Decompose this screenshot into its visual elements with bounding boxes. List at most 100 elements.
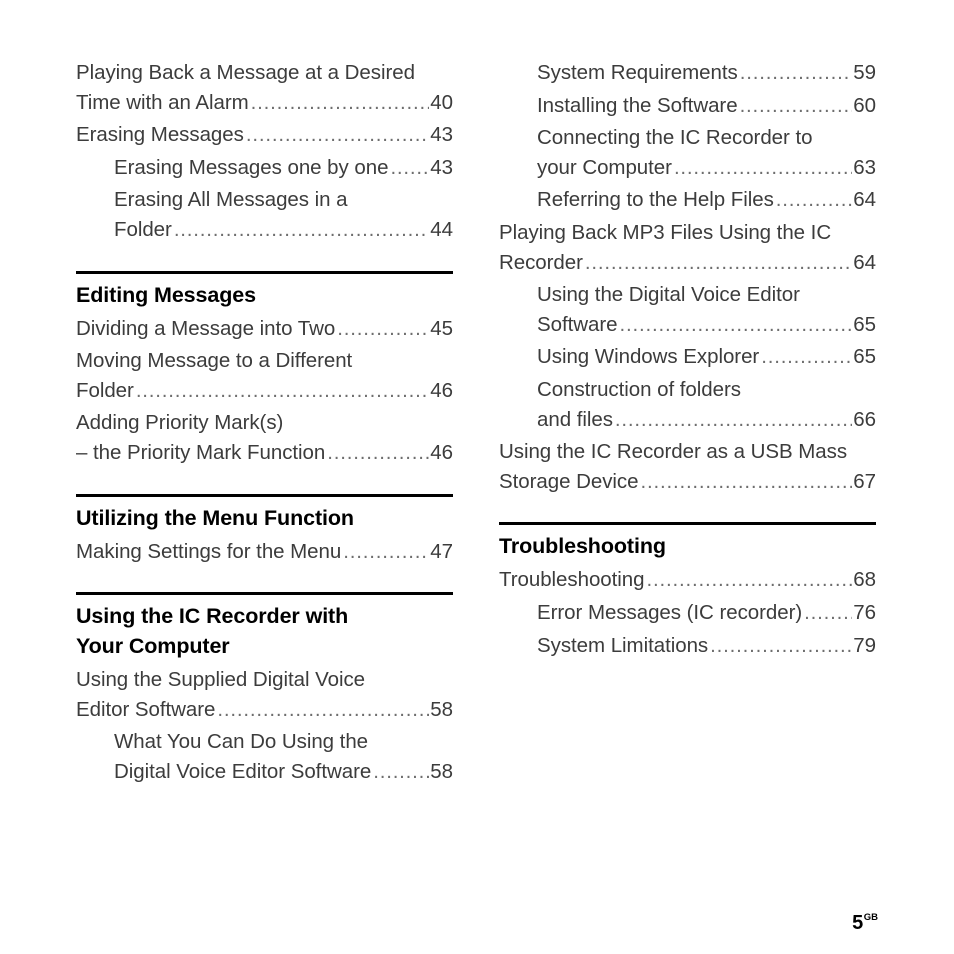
toc-entry[interactable]: Using the IC Recorder as a USB Mass Stora…: [499, 437, 876, 496]
toc-entry[interactable]: Using the Digital Voice Editor Software..…: [499, 280, 876, 339]
toc-entry-title: System Requirements: [537, 61, 738, 84]
toc-entry[interactable]: Error Messages (IC recorder)............…: [499, 598, 876, 628]
toc-entry-page-number: 46: [430, 378, 453, 402]
toc-entry[interactable]: Erasing Messages one by one.............…: [76, 153, 453, 183]
toc-entry-leader-line: Digital Voice Editor Software...........…: [114, 757, 453, 787]
toc-entry-line: Erasing All Messages in a: [114, 188, 348, 212]
toc-entry-page-number: 40: [430, 90, 453, 114]
toc-entry-leader-line: Dividing a Message into Two.............…: [76, 314, 453, 344]
toc-entry-title: Folder: [114, 217, 172, 241]
toc-entry-page-number: 58: [430, 697, 453, 721]
toc-entry-page-number: 67: [853, 469, 876, 493]
toc-entry-line: Using the Supplied Digital Voice: [76, 668, 365, 692]
toc-entry-page-number: 44: [430, 217, 453, 241]
section-heading: Editing Messages: [76, 282, 257, 307]
toc-section: Troubleshooting Troubleshooting..........…: [499, 496, 876, 660]
toc-entry-line: Playing Back MP3 Files Using the IC: [499, 220, 832, 244]
toc-entry-page-number: 58: [430, 759, 453, 783]
toc-entry[interactable]: Playing Back a Message at a Desired Time …: [76, 58, 453, 117]
toc-entry-page-number: 64: [853, 250, 876, 274]
section-heading: Using the IC Recorder with Your Computer: [76, 604, 349, 659]
toc-entry-title: Erasing Messages: [76, 123, 244, 147]
toc-entry-leader-line: your Computer...........................…: [537, 153, 876, 183]
toc-entry[interactable]: Erasing Messages........................…: [76, 120, 453, 150]
toc-entry-title: – the Priority Mark Function: [76, 440, 326, 464]
section-heading: Utilizing the Menu Function: [76, 505, 354, 530]
toc-entry[interactable]: Moving Message to a Different Folder.....…: [76, 346, 453, 405]
page-region-suffix: GB: [863, 912, 878, 923]
toc-section: Utilizing the Menu Function Making Settin…: [76, 468, 453, 567]
toc-entry-leader-line: Folder..................................…: [114, 215, 453, 245]
toc-entry[interactable]: System Limitations......................…: [499, 631, 876, 661]
toc-entry-leader-line: – the Priority Mark Function............…: [76, 438, 453, 468]
dot-leader: ........................................…: [673, 155, 852, 179]
toc-entry[interactable]: Dividing a Message into Two.............…: [76, 314, 453, 344]
dot-leader: ........................................…: [619, 312, 853, 336]
toc-entry-leader-line: and files...............................…: [537, 405, 876, 435]
toc-entry[interactable]: Making Settings for the Menu............…: [76, 537, 453, 567]
toc-entry[interactable]: Playing Back MP3 Files Using the IC Recor…: [499, 218, 876, 277]
toc-entry-group: System Requirements.....................…: [499, 58, 876, 496]
toc-entry[interactable]: Connecting the IC Recorder to your Comput…: [499, 123, 876, 182]
toc-entry-title: Recorder: [499, 250, 583, 274]
dot-leader: ........................................…: [739, 61, 853, 84]
toc-entry[interactable]: Using the Supplied Digital Voice Editor S…: [76, 665, 453, 724]
dot-leader: ........................................…: [710, 633, 852, 657]
toc-entry-line: Using the IC Recorder as a USB Mass: [499, 440, 848, 464]
section-divider: [76, 270, 453, 274]
toc-entry-title: Error Messages (IC recorder): [537, 600, 803, 624]
toc-entry-title: Using Windows Explorer: [537, 345, 760, 369]
dot-leader: ........................................…: [739, 93, 853, 117]
toc-entry-leader-line: System Requirements.....................…: [537, 58, 876, 88]
section-divider: [499, 522, 876, 526]
toc-entry-title: Storage Device: [499, 469, 639, 493]
dot-leader: ........................................…: [373, 759, 429, 783]
toc-entry-title: Erasing Messages one by one: [114, 155, 389, 179]
toc-entry-title: System Limitations: [537, 633, 709, 657]
section-divider: [76, 493, 453, 497]
dot-leader: ........................................…: [217, 697, 429, 721]
toc-entry[interactable]: Troubleshooting.........................…: [499, 565, 876, 595]
section-divider: [76, 592, 453, 596]
toc-entry-line: Construction of folders: [537, 377, 741, 401]
dot-leader: ........................................…: [614, 407, 853, 431]
toc-entry-title: Dividing a Message into Two: [76, 316, 336, 340]
page-footer: 5 GB: [852, 913, 878, 933]
toc-entry-line: Moving Message to a Different: [76, 349, 353, 373]
toc-entry[interactable]: Referring to the Help Files.............…: [499, 185, 876, 215]
toc-entry-page-number: 45: [430, 316, 453, 340]
toc-entry-line: Connecting the IC Recorder to: [537, 126, 813, 150]
toc-entry-line: What You Can Do Using the: [114, 730, 369, 754]
toc-entry[interactable]: Erasing All Messages in a Folder.........…: [76, 185, 453, 244]
toc-entry-leader-line: System Limitations......................…: [537, 631, 876, 661]
dot-leader: ........................................…: [173, 217, 429, 241]
toc-entry-page-number: 47: [430, 539, 453, 563]
toc-entry-group: Playing Back a Message at a Desired Time …: [76, 58, 453, 245]
page-number: 5: [852, 912, 864, 934]
toc-entry-page-number: 43: [430, 155, 453, 179]
toc-entry-page-number: 79: [853, 633, 876, 657]
toc-entry-title: Installing the Software: [537, 93, 738, 117]
dot-leader: ........................................…: [337, 316, 429, 340]
toc-entry-leader-line: Folder..................................…: [76, 376, 453, 406]
toc-entry[interactable]: Using Windows Explorer..................…: [499, 342, 876, 372]
toc-entry-line: Using the Digital Voice Editor: [537, 283, 800, 307]
dot-leader: ........................................…: [245, 123, 429, 147]
toc-entry[interactable]: Installing the Software.................…: [499, 91, 876, 121]
toc-entry[interactable]: Adding Priority Mark(s) – the Priority Ma…: [76, 408, 453, 467]
dot-leader: ........................................…: [804, 600, 852, 624]
toc-entry-page-number: 65: [853, 345, 876, 369]
section-heading: Troubleshooting: [499, 534, 666, 559]
toc-entry-page-number: 63: [853, 155, 876, 179]
toc-entry-page-number: 60: [853, 93, 876, 117]
toc-entry-title: Editor Software: [76, 697, 216, 721]
toc-entry[interactable]: Construction of folders and files........…: [499, 375, 876, 434]
toc-entry-leader-line: Using Windows Explorer..................…: [537, 342, 876, 372]
dot-leader: ........................................…: [327, 440, 429, 464]
toc-entry-page-number: 64: [853, 188, 876, 212]
toc-entry[interactable]: System Requirements.....................…: [499, 58, 876, 88]
toc-entry[interactable]: What You Can Do Using the Digital Voice E…: [76, 727, 453, 786]
toc-entry-title: your Computer: [537, 155, 672, 179]
